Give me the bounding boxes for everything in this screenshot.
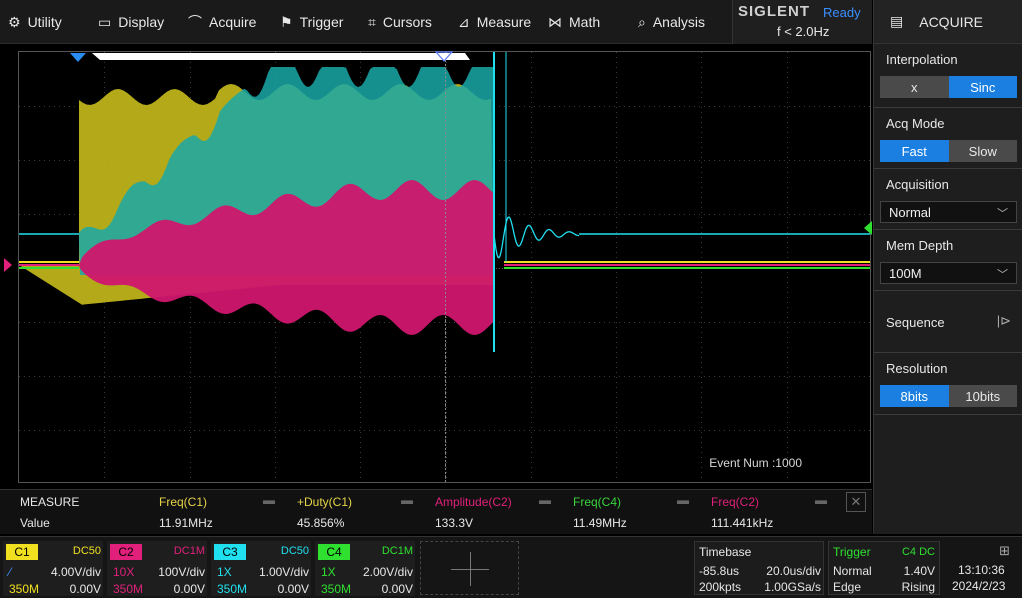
menu-measure[interactable]: ⊿ Measure <box>458 0 531 44</box>
sequence-section[interactable]: Sequence |⊳ <box>874 291 1022 353</box>
mem-depth-dropdown[interactable]: 100M ﹀ <box>880 262 1017 284</box>
analysis-icon: ⌕ <box>638 13 646 30</box>
measure-bar: MEASURE Value Freq(C1) 11.91MHz ▬ +Duty(… <box>0 489 872 534</box>
acquisition-dropdown[interactable]: Normal ﹀ <box>880 201 1017 223</box>
c2-ground-marker[interactable] <box>4 258 12 272</box>
acq-mode-toggle[interactable]: Fast Slow <box>880 140 1017 162</box>
menu-utility[interactable]: ⚙ Utility <box>8 0 62 44</box>
channel-c2[interactable]: C2 DC1M 10X 100V/div 350M 0.00V <box>107 541 207 596</box>
interpolation-section: Interpolation x Sinc <box>874 44 1022 108</box>
acquire-icon: ⌒ <box>188 14 202 30</box>
run-status: Ready <box>823 5 861 20</box>
grid-markers <box>4 51 872 272</box>
menu-math[interactable]: ⋈ Math <box>548 0 600 44</box>
resolution-section: Resolution 8bits 10bits <box>874 353 1022 415</box>
acq-mode-slow[interactable]: Slow <box>948 140 1017 162</box>
measure-item[interactable]: Amplitude(C2) 133.3V ▬ <box>435 490 555 535</box>
trigger-frequency: f < 2.0Hz <box>777 24 830 39</box>
trigger-position-marker[interactable] <box>70 53 86 62</box>
close-icon[interactable]: ✕ <box>846 492 866 512</box>
menu-acquire[interactable]: ⌒ Acquire <box>188 0 256 44</box>
measure-remove-icon[interactable]: ▬ <box>815 493 829 507</box>
timebase-box[interactable]: Timebase -85.8us 20.0us/div 200kpts 1.00… <box>694 541 824 595</box>
interpolation-toggle[interactable]: x Sinc <box>880 76 1017 98</box>
panel-header: ▤ ACQUIRE <box>874 0 1022 44</box>
chevron-down-icon: ﹀ <box>997 208 1008 220</box>
document-icon: ▤ <box>890 13 904 29</box>
mem-depth-section: Mem Depth 100M ﹀ <box>874 230 1022 291</box>
trigger-box[interactable]: Trigger C4 DC Normal 1.40V Edge Rising <box>828 541 940 595</box>
menu-cursors[interactable]: ⌗ Cursors <box>368 0 432 44</box>
cursor-crosshair-icon: ⌗ <box>368 13 376 30</box>
channel-c3[interactable]: C3 DC50 1X 1.00V/div 350M 0.00V <box>211 541 311 596</box>
network-icon: ⊞ <box>999 543 1010 558</box>
measure-item[interactable]: Freq(C4) 11.49MHz ▬ <box>573 490 693 535</box>
resolution-10bits[interactable]: 10bits <box>948 385 1017 407</box>
measure-item[interactable]: +Duty(C1) 45.856% ▬ <box>297 490 417 535</box>
trigger-level-marker[interactable] <box>864 221 872 235</box>
menu-analysis[interactable]: ⌕ Analysis <box>638 0 705 44</box>
interpolation-sinc[interactable]: Sinc <box>948 76 1017 98</box>
siglent-logo: SIGLENT <box>738 3 811 20</box>
add-channel-slot[interactable] <box>420 541 519 595</box>
measure-remove-icon[interactable]: ▬ <box>677 493 691 507</box>
acquisition-section: Acquisition Normal ﹀ <box>874 169 1022 230</box>
sequence-arrow-icon: |⊳ <box>996 313 1011 328</box>
measure-item[interactable]: Freq(C1) 11.91MHz ▬ <box>159 490 279 535</box>
clock: ⊞ 13:10:36 2024/2/23 <box>952 543 1010 593</box>
acquire-panel: ▤ ACQUIRE Interpolation x Sinc Acq Mode F… <box>873 0 1022 534</box>
acq-mode-section: Acq Mode Fast Slow <box>874 108 1022 169</box>
oscilloscope-screen: ⚙ Utility ▭ Display ⌒ Acquire ⚑ Trigger ⌗ Cur… <box>0 0 1022 598</box>
measure-remove-icon[interactable]: ▬ <box>401 493 415 507</box>
gear-icon: ⚙ <box>8 13 21 30</box>
brand-status-box: SIGLENT Ready f < 2.0Hz <box>732 0 872 44</box>
measure-remove-icon[interactable]: ▬ <box>263 493 277 507</box>
acq-mode-fast[interactable]: Fast <box>880 140 949 162</box>
display-icon: ▭ <box>98 13 112 30</box>
measure-labels: MEASURE Value <box>20 495 80 530</box>
event-number: Event Num :1000 <box>709 456 802 470</box>
chevron-down-icon: ﹀ <box>997 269 1008 281</box>
menu-trigger[interactable]: ⚑ Trigger <box>280 0 343 44</box>
menu-display[interactable]: ▭ Display <box>98 0 164 44</box>
measure-item[interactable]: Freq(C2) 111.441kHz ▬ <box>711 490 831 535</box>
edge-slope-icon: ⁄ <box>9 565 12 579</box>
timebase-window-bar <box>92 53 470 60</box>
resolution-toggle[interactable]: 8bits 10bits <box>880 385 1017 407</box>
channel-c4[interactable]: C4 DC1M 1X 2.00V/div 350M 0.00V <box>315 541 415 596</box>
measure-icon: ⊿ <box>458 13 470 30</box>
measure-remove-icon[interactable]: ▬ <box>539 493 553 507</box>
math-icon: ⋈ <box>548 13 562 30</box>
resolution-8bits[interactable]: 8bits <box>880 385 949 407</box>
channel-c1[interactable]: C1 DC50 ⁄ 4.00V/div 350M 0.00V <box>3 541 103 596</box>
interpolation-x[interactable]: x <box>880 76 949 98</box>
trigger-flag-icon: ⚑ <box>280 13 293 30</box>
